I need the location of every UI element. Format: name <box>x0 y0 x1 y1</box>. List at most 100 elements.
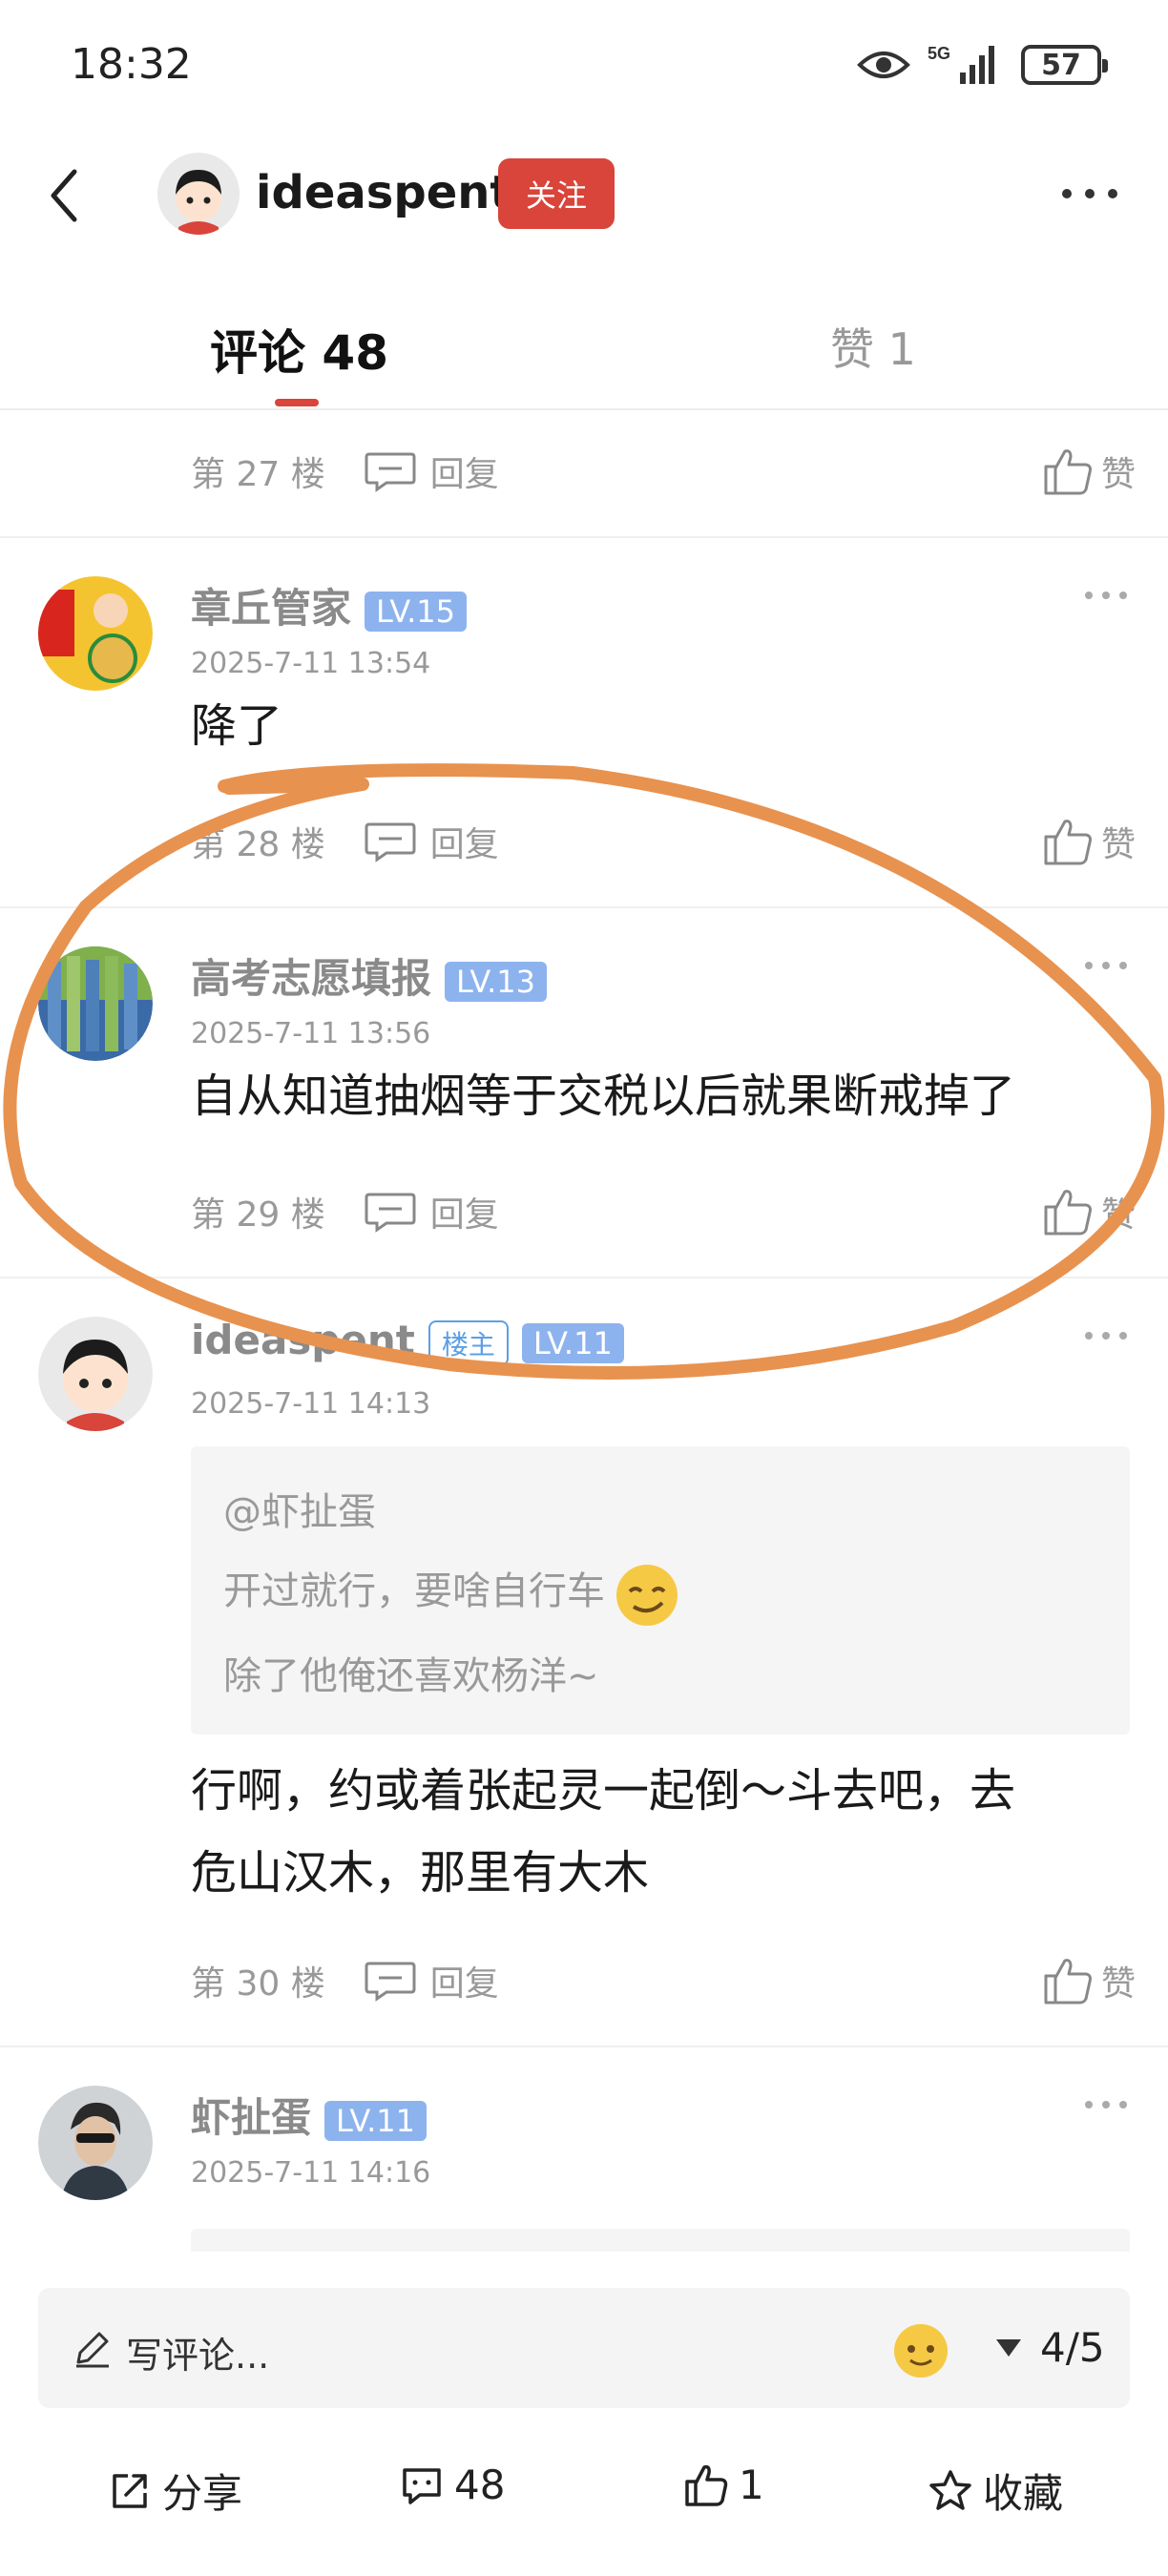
tab-comments[interactable]: 评论 48 <box>210 315 388 384</box>
favorite-button[interactable]: 收藏 <box>928 2462 1063 2520</box>
comment-more-icon[interactable] <box>1082 2095 1130 2114</box>
author-name[interactable]: ideaspent <box>256 166 511 219</box>
emoji-picker-icon[interactable] <box>887 2316 954 2379</box>
comment-text: 自从知道抽烟等于交税以后就果断戒掉了 <box>191 1070 1016 1123</box>
follow-button[interactable]: 关注 <box>498 158 615 229</box>
favorite-label: 收藏 <box>983 2470 1064 2517</box>
reply-label: 回复 <box>429 1964 499 2004</box>
level-badge: LV.13 <box>445 961 547 1002</box>
reply-icon <box>365 452 416 492</box>
like-button[interactable]: 赞 <box>1042 1955 1136 2006</box>
user-avatar[interactable] <box>38 1317 153 1431</box>
share-button[interactable]: 分享 <box>107 2462 242 2520</box>
like-button[interactable]: 赞 <box>1042 1186 1136 1237</box>
tab-likes[interactable]: 赞 1 <box>830 315 916 378</box>
user-avatar[interactable] <box>38 2086 153 2200</box>
comment-more-icon[interactable] <box>1082 1326 1130 1345</box>
floor-number: 第 27 楼 <box>191 455 325 494</box>
battery-indicator: 57 <box>1021 45 1108 85</box>
comment-item: 章丘管家 LV.15 2025-7-11 13:54 降了 第 28 楼 回复 赞 <box>0 538 1168 908</box>
svg-text:5G: 5G <box>928 44 950 63</box>
comment-item: 高考志愿填报 LV.13 2025-7-11 13:56 自从知道抽烟等于交税以后… <box>0 908 1168 1278</box>
host-badge: 楼主 <box>428 1319 509 1366</box>
likes-count: 1 <box>739 2462 764 2508</box>
comments-count-button[interactable]: 48 <box>399 2462 505 2508</box>
share-label: 分享 <box>162 2470 243 2517</box>
eye-icon <box>857 52 910 78</box>
like-button[interactable]: 赞 <box>1042 816 1136 867</box>
comment-actions: 第 27 楼 回复 赞 <box>191 443 1136 500</box>
quoted-comment[interactable]: @虾扯蛋 开过就行，要啥自行车 除了他俺还喜欢杨洋~ <box>191 1446 1130 1735</box>
comment-actions: 第 30 楼 回复 赞 <box>191 1952 1136 2009</box>
comment-username[interactable]: 虾扯蛋 LV.11 <box>191 2086 427 2144</box>
smirk-emoji-icon <box>616 1565 678 1626</box>
thumbs-up-icon <box>1044 1190 1092 1236</box>
level-badge: LV.15 <box>365 591 467 632</box>
page-dropdown-icon[interactable] <box>994 2337 1023 2358</box>
comment-username[interactable]: 高考志愿填报 LV.13 <box>191 946 547 1005</box>
comment-time: 2025-7-11 14:13 <box>191 1387 431 1421</box>
reply-button[interactable]: 回复 <box>364 447 499 496</box>
status-bar: 18:32 5G 57 <box>0 0 1168 134</box>
comment-text: 行啊，约或着张起灵一起倒～斗去吧，去 危山汉木，那里有大木 <box>191 1764 1016 1900</box>
comment-username[interactable]: ideaspent 楼主 LV.11 <box>191 1317 624 1366</box>
reply-icon <box>365 822 416 862</box>
thumbs-up-icon <box>1044 449 1092 495</box>
signal-icon: 5G <box>928 44 994 84</box>
comment-more-icon[interactable] <box>1082 956 1130 975</box>
like-button[interactable]: 赞 <box>1042 446 1136 497</box>
status-icons: 5G 57 <box>857 42 1108 88</box>
reply-button[interactable]: 回复 <box>364 1187 499 1236</box>
user-avatar[interactable] <box>38 576 153 691</box>
quote-mention: @虾扯蛋 <box>223 1490 376 1534</box>
thumbs-up-icon <box>1044 820 1092 865</box>
like-post-button[interactable]: 1 <box>683 2462 764 2508</box>
comment-username[interactable]: 章丘管家 LV.15 <box>191 576 467 634</box>
comment-input[interactable]: 写评论... 4/5 <box>38 2288 1130 2408</box>
user-avatar[interactable] <box>38 946 153 1061</box>
like-label: 赞 <box>1100 1964 1136 2004</box>
bottom-nav: 分享 48 1 收藏 <box>0 2442 1168 2547</box>
tab-bar: 评论 48 赞 1 <box>0 286 1168 410</box>
like-label: 赞 <box>1100 1195 1136 1235</box>
comment-actions: 第 28 楼 回复 赞 <box>191 813 1136 870</box>
floor-number: 第 30 楼 <box>191 1964 325 2004</box>
more-options-icon[interactable] <box>1059 179 1120 208</box>
pencil-icon <box>76 2332 109 2368</box>
comment-item: ideaspent 楼主 LV.11 2025-7-11 14:13 @虾扯蛋 开过… <box>0 1278 1168 2047</box>
reply-button[interactable]: 回复 <box>364 817 499 866</box>
reply-button[interactable]: 回复 <box>364 1956 499 2005</box>
thumbs-up-icon <box>685 2464 728 2506</box>
status-time: 18:32 <box>71 40 192 89</box>
share-icon <box>113 2473 147 2508</box>
comment-more-icon[interactable] <box>1082 586 1130 605</box>
like-label: 赞 <box>1100 455 1136 494</box>
like-label: 赞 <box>1100 825 1136 864</box>
reply-icon <box>365 1193 416 1233</box>
bottom-bar: 写评论... 4/5 分享 48 1 收藏 <box>0 2252 1168 2576</box>
star-icon <box>929 2469 971 2510</box>
comments-count: 48 <box>454 2462 506 2508</box>
floor-number: 第 29 楼 <box>191 1195 325 1235</box>
comment-item: 第 27 楼 回复 赞 <box>0 412 1168 538</box>
author-avatar[interactable] <box>157 153 240 235</box>
comment-text: 降了 <box>191 699 283 753</box>
reply-icon <box>365 1962 416 2002</box>
comment-actions: 第 29 楼 回复 赞 <box>191 1183 1136 1240</box>
reply-label: 回复 <box>429 1195 499 1235</box>
comment-time: 2025-7-11 14:16 <box>191 2156 431 2190</box>
floor-number: 第 28 楼 <box>191 825 325 864</box>
level-badge: LV.11 <box>324 2100 427 2141</box>
thumbs-up-icon <box>1044 1959 1092 2005</box>
page-indicator[interactable]: 4/5 <box>1040 2324 1105 2371</box>
reply-label: 回复 <box>429 455 499 494</box>
quote-line: 开过就行，要啥自行车 <box>223 1559 685 1628</box>
quote-line: 除了他俺还喜欢杨洋~ <box>223 1654 599 1698</box>
comment-time: 2025-7-11 13:54 <box>191 647 431 680</box>
reply-label: 回复 <box>429 825 499 864</box>
comment-input-placeholder: 写评论... <box>126 2335 270 2377</box>
back-arrow-icon[interactable] <box>42 162 86 229</box>
comment-bubble-icon <box>403 2467 441 2504</box>
battery-level: 57 <box>1041 48 1081 82</box>
level-badge: LV.11 <box>521 1322 624 1363</box>
